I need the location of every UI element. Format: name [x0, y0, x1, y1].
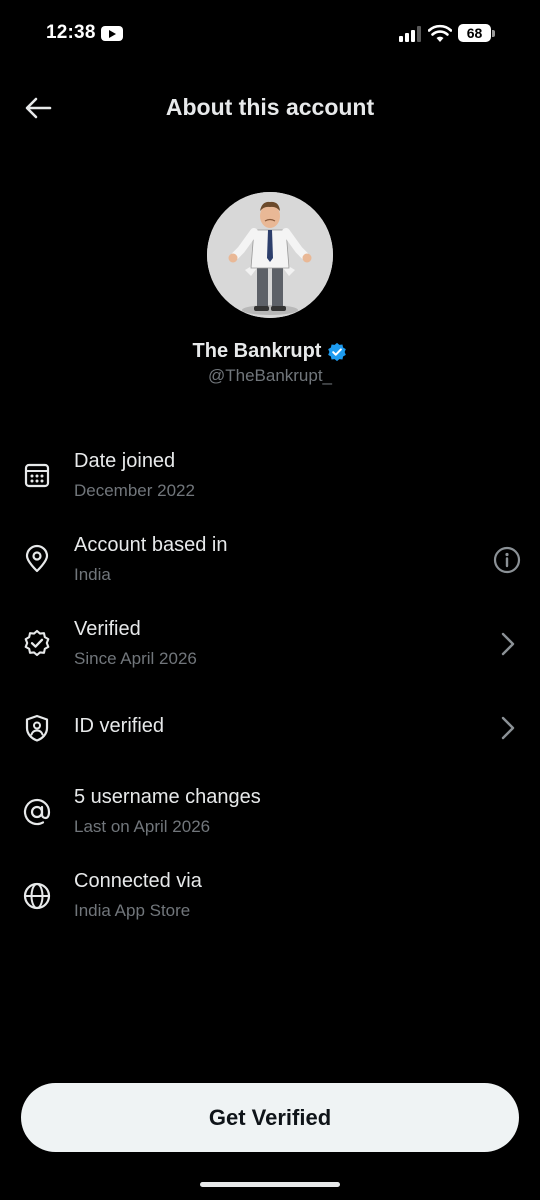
list-item-date-joined: Date joined December 2022 — [0, 446, 540, 506]
battery-cap — [492, 30, 495, 37]
info-icon[interactable] — [492, 545, 522, 575]
youtube-icon — [101, 26, 123, 41]
item-title: 5 username changes — [74, 786, 261, 808]
handle: @TheBankrupt_ — [207, 366, 333, 385]
item-title: Connected via — [74, 870, 202, 892]
list-item-connected-via: Connected via India App Store — [0, 866, 540, 926]
verified-badge-icon — [328, 342, 347, 361]
battery-level: 68 — [466, 25, 483, 41]
id-shield-icon — [25, 714, 49, 742]
item-title: Date joined — [74, 450, 176, 472]
avatar[interactable] — [207, 192, 333, 318]
list-item-account-based-in: Account based in India — [0, 530, 540, 590]
get-verified-button[interactable]: Get Verified — [21, 1083, 519, 1152]
item-subtitle: India — [74, 565, 111, 584]
location-pin-icon — [25, 544, 49, 573]
verified-badge-outline-icon — [24, 629, 50, 657]
bankrupt-man-illustration — [207, 192, 333, 318]
list-item-id-verified[interactable]: ID verified — [0, 698, 540, 758]
cellular-signal-icon — [399, 26, 423, 42]
at-sign-icon — [23, 798, 51, 826]
item-title: ID verified — [74, 715, 165, 737]
wifi-icon — [428, 24, 452, 42]
item-subtitle: December 2022 — [74, 481, 195, 500]
name-row: The Bankrupt — [0, 340, 540, 363]
item-title: Verified — [74, 618, 141, 640]
chevron-right-icon — [501, 716, 515, 740]
page-title: About this account — [165, 94, 375, 120]
list-item-verified[interactable]: Verified Since April 2026 — [0, 614, 540, 674]
status-time: 12:38 — [46, 22, 96, 43]
chevron-right-icon — [501, 632, 515, 656]
calendar-icon — [24, 463, 50, 488]
status-bar: 12:38 68 — [0, 0, 540, 66]
display-name: The Bankrupt — [192, 340, 322, 362]
battery-icon: 68 — [458, 24, 491, 42]
list-item-username-changes: 5 username changes Last on April 2026 — [0, 782, 540, 842]
item-subtitle: India App Store — [74, 901, 191, 920]
home-indicator[interactable] — [200, 1182, 340, 1187]
globe-icon — [23, 882, 51, 910]
item-subtitle: Last on April 2026 — [74, 817, 211, 836]
item-subtitle: Since April 2026 — [74, 649, 197, 668]
item-title: Account based in — [74, 534, 228, 556]
